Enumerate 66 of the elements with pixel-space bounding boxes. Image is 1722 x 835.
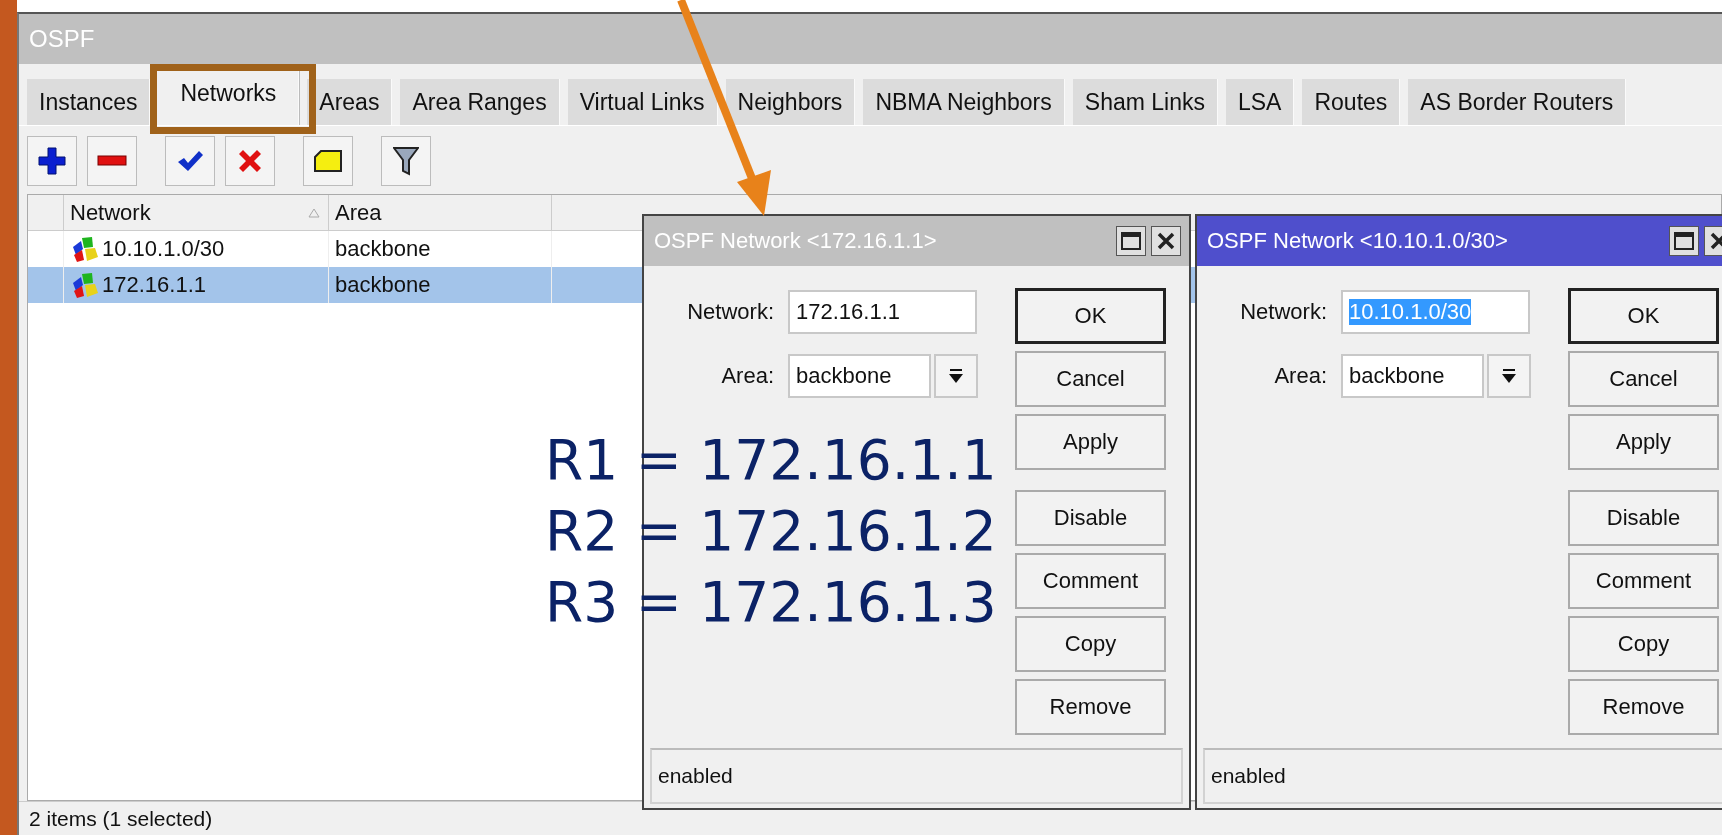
dialog-button[interactable]: Cancel — [1015, 351, 1166, 407]
dropdown-button[interactable] — [934, 354, 978, 398]
maximize-icon — [1121, 232, 1141, 250]
dialog-status-bar: enabled — [1203, 748, 1722, 804]
filter-icon — [393, 146, 419, 176]
close-button[interactable] — [1151, 226, 1181, 256]
area-dropdown[interactable]: backbone — [788, 354, 931, 398]
dialog-button[interactable]: Apply — [1568, 414, 1719, 470]
tab[interactable]: Sham Links — [1072, 79, 1218, 125]
tab[interactable]: LSA — [1225, 79, 1295, 125]
maximize-button[interactable] — [1116, 226, 1146, 256]
comment-button[interactable] — [303, 136, 353, 186]
tab[interactable]: Virtual Links — [567, 79, 718, 125]
tab[interactable]: AS Border Routers — [1408, 79, 1627, 125]
note-icon — [313, 149, 343, 173]
dialog-button[interactable]: Disable — [1568, 490, 1719, 546]
network-icon — [70, 271, 100, 299]
remove-button[interactable] — [87, 136, 137, 186]
add-button[interactable] — [27, 136, 77, 186]
dialog-button[interactable]: Apply — [1015, 414, 1166, 470]
network-field[interactable]: 172.16.1.1 — [788, 290, 977, 334]
column-header[interactable]: Area — [329, 195, 552, 230]
filter-button[interactable] — [381, 136, 431, 186]
dialog-button[interactable]: Comment — [1015, 553, 1166, 609]
table-cell: 10.10.1.0/30 — [102, 236, 225, 262]
tab[interactable]: Area Ranges — [400, 79, 560, 125]
dialog-button[interactable]: Comment — [1568, 553, 1719, 609]
maximize-button[interactable] — [1669, 226, 1699, 256]
enable-button[interactable] — [165, 136, 215, 186]
minus-icon — [97, 155, 127, 167]
tab[interactable]: Routes — [1302, 79, 1401, 125]
network-icon — [70, 235, 100, 263]
column-header[interactable]: Network — [64, 195, 329, 230]
dropdown-arrow-icon — [1501, 368, 1517, 384]
maximize-icon — [1674, 232, 1694, 250]
dialog-button[interactable]: OK — [1568, 288, 1719, 344]
field-label: Network: — [1239, 299, 1327, 325]
plus-icon — [37, 146, 67, 176]
tab[interactable]: NBMA Neighbors — [863, 79, 1065, 125]
dialog-button[interactable]: Copy — [1015, 616, 1166, 672]
dialog-button[interactable]: Remove — [1568, 679, 1719, 735]
sort-icon — [308, 207, 320, 218]
dropdown-button[interactable] — [1487, 354, 1531, 398]
dialog-button[interactable]: Copy — [1568, 616, 1719, 672]
dropdown-arrow-icon — [948, 368, 964, 384]
tab[interactable]: Neighbors — [725, 79, 856, 125]
dialog-button[interactable]: Remove — [1015, 679, 1166, 735]
window-title: OSPF — [29, 25, 95, 53]
tab[interactable]: Areas — [307, 79, 393, 125]
disable-button[interactable] — [225, 136, 275, 186]
table-cell: 172.16.1.1 — [102, 272, 206, 298]
table-cell: backbone — [329, 267, 552, 303]
check-icon — [176, 149, 204, 173]
cross-icon — [237, 148, 263, 174]
dialog-button[interactable]: Disable — [1015, 490, 1166, 546]
dialog-title: OSPF Network <10.10.1.0/30> — [1207, 228, 1509, 254]
dialog-title: OSPF Network <172.16.1.1> — [654, 228, 938, 254]
dialog-status-bar: enabled — [650, 748, 1183, 804]
dialog-button[interactable]: Cancel — [1568, 351, 1719, 407]
dialog-button[interactable]: OK — [1015, 288, 1166, 344]
field-label: Network: — [686, 299, 774, 325]
field-label: Area: — [1273, 363, 1327, 389]
field-label: Area: — [720, 363, 774, 389]
close-icon — [1157, 232, 1175, 250]
area-dropdown[interactable]: backbone — [1341, 354, 1484, 398]
tab[interactable]: Instances — [27, 79, 151, 125]
